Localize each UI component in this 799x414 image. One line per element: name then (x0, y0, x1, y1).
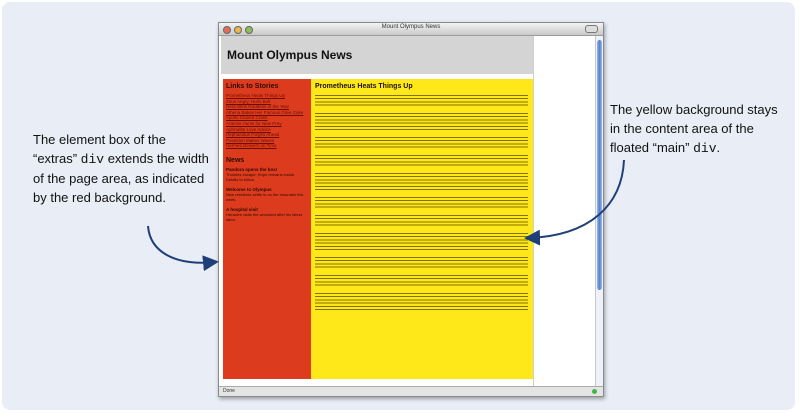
page-right-margin (533, 36, 596, 386)
browser-window: Mount Olympus News Mount Olympus News Li… (218, 22, 604, 397)
news-item: A hospital visit Heracles visits the woun… (226, 207, 308, 222)
article-paragraph (315, 172, 528, 192)
callout-extras: The element box of the “extras” div exte… (33, 130, 211, 207)
main-div: Prometheus Heats Things Up (311, 79, 539, 379)
status-bar: Done (219, 386, 603, 396)
article-paragraph (315, 196, 528, 210)
news-list: Pandora opens the box! Troubles escape; H… (223, 167, 311, 222)
callout-extras-code: div (80, 152, 105, 167)
news-heading: News (226, 156, 245, 164)
page-header: Mount Olympus News (221, 36, 533, 74)
scrollbar-thumb[interactable] (597, 40, 602, 290)
toolbar-toggle-button[interactable] (585, 25, 598, 33)
extras-div: Links to Stories Prometheus Heats Things… (223, 79, 311, 379)
vertical-scrollbar[interactable] (595, 36, 603, 386)
news-item-text: New residents settle in on the mountain … (226, 191, 304, 202)
status-text: Done (223, 388, 235, 394)
main-heading: Prometheus Heats Things Up (315, 83, 413, 90)
main-article-body (311, 94, 533, 312)
news-item-text: Heracles visits the wounded after his la… (226, 211, 302, 222)
story-link[interactable]: Hermes Delivers on Time (226, 143, 311, 149)
article-paragraph (315, 94, 528, 108)
extras-heading: Links to Stories (226, 83, 279, 90)
callout-main-text-post: . (716, 140, 721, 155)
article-paragraph (315, 112, 528, 132)
article-paragraph (315, 292, 528, 312)
article-paragraph (315, 136, 528, 150)
news-item: Welcome to Olympus New residents settle i… (226, 187, 308, 202)
story-links-list: Prometheus Heats Things Up Zeus Angry, Hu… (223, 93, 311, 149)
window-titlebar[interactable]: Mount Olympus News (219, 23, 603, 36)
article-paragraph (315, 154, 528, 168)
callout-main: The yellow background stays in the conte… (610, 100, 790, 158)
article-paragraph (315, 214, 528, 228)
site-title: Mount Olympus News (227, 48, 353, 62)
article-paragraph (315, 232, 528, 252)
news-item-text: Troubles escape; Hope remains inside. De… (226, 171, 296, 182)
callout-main-code: div (693, 141, 717, 156)
news-item: Pandora opens the box! Troubles escape; H… (226, 167, 308, 182)
article-paragraph (315, 256, 528, 270)
secure-status-icon (592, 389, 597, 394)
window-title: Mount Olympus News (381, 24, 441, 30)
article-paragraph (315, 274, 528, 288)
